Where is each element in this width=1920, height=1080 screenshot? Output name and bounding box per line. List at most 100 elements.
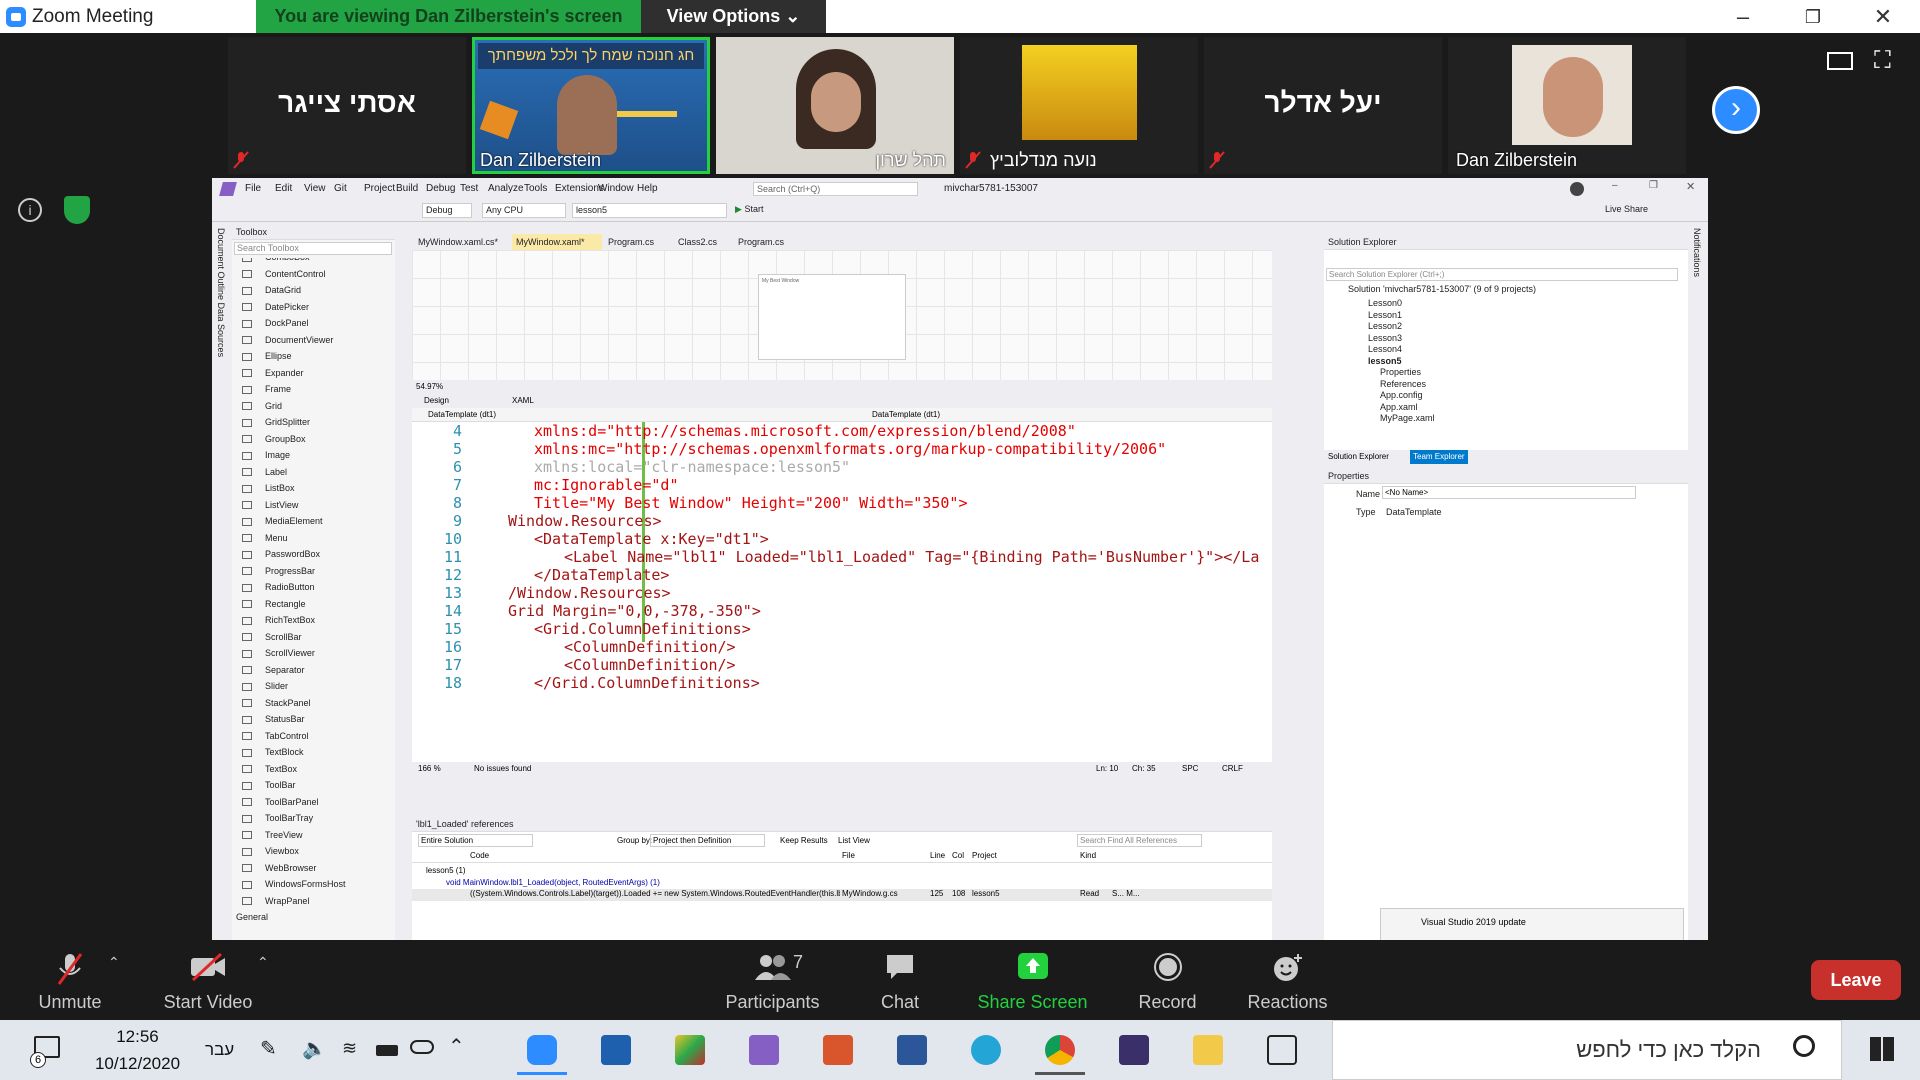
clock-time[interactable]: 12:56	[90, 1027, 185, 1047]
taskbar-search[interactable]: הקלד כאן כדי לחפש	[1332, 1020, 1842, 1080]
menu-item-help[interactable]: Help	[637, 183, 658, 194]
next-page-button[interactable]: ›	[1712, 86, 1760, 134]
snipping-tool-taskbar-icon[interactable]	[1109, 1025, 1159, 1075]
toolbox-item[interactable]: WindowsFormsHost	[242, 879, 346, 889]
toolbox-item[interactable]: TextBox	[242, 764, 297, 774]
issues-status[interactable]: No issues found	[474, 762, 531, 776]
leave-button[interactable]: Leave	[1811, 960, 1901, 1000]
project-child-node[interactable]: Properties	[1380, 367, 1421, 377]
menu-item-debug[interactable]: Debug	[426, 183, 455, 194]
menu-item-build[interactable]: Build	[396, 183, 418, 194]
toolbox-item[interactable]: ToolBar	[242, 780, 296, 790]
onedrive-icon[interactable]	[410, 1040, 434, 1054]
tab-design[interactable]: Design	[424, 394, 449, 408]
project-node[interactable]: Lesson4	[1368, 344, 1402, 354]
toolbox-item[interactable]: ToolBarPanel	[242, 797, 319, 807]
toolbox-item[interactable]: Image	[242, 450, 290, 460]
toolbox-item[interactable]: RichTextBox	[242, 615, 315, 625]
participant-tile-active[interactable]: חג חנוכה שמח לך ולכל משפחתך Dan Zilberst…	[472, 37, 710, 174]
share-screen-button[interactable]: Share Screen	[970, 940, 1095, 1020]
toolbox-item[interactable]: Expander	[242, 368, 304, 378]
menu-item-analyze[interactable]: Analyze	[488, 183, 524, 194]
menu-item-project[interactable]: Project	[364, 183, 395, 194]
unmute-button[interactable]: Unmute	[20, 940, 120, 1020]
project-child-node[interactable]: MyPage.xaml	[1380, 413, 1435, 423]
references-method[interactable]: void MainWindow.lbl1_Loaded(object, Rout…	[446, 878, 660, 887]
code-line[interactable]: Window.Resources>	[508, 512, 662, 530]
code-line[interactable]: <Grid.ColumnDefinitions>	[534, 620, 751, 638]
references-group[interactable]: lesson5 (1)	[426, 866, 466, 875]
solution-explorer-search[interactable]: Search Solution Explorer (Ctrl+;)	[1326, 268, 1678, 281]
code-line[interactable]: <ColumnDefinition/>	[564, 638, 736, 656]
file-explorer-taskbar-icon[interactable]	[1183, 1025, 1233, 1075]
vs-search-box[interactable]: Search (Ctrl+Q)	[753, 182, 918, 196]
code-line[interactable]: Grid Margin="0,0,-378,-350">	[508, 602, 761, 620]
view-options-button[interactable]: View Options ⌄	[641, 0, 826, 33]
tab-program-cs[interactable]: Program.cs	[604, 234, 674, 250]
toolbox-item[interactable]: StatusBar	[242, 714, 305, 724]
property-name-field[interactable]: <No Name>	[1382, 486, 1636, 499]
fullscreen-icon[interactable]: ⛶	[1874, 49, 1898, 74]
close-button[interactable]: ✕	[1863, 4, 1903, 30]
toolbox-item[interactable]: DataGrid	[242, 285, 301, 295]
tab-xaml[interactable]: XAML	[512, 394, 534, 408]
participant-tile[interactable]: אסתי צייגר	[228, 37, 466, 174]
menu-item-git[interactable]: Git	[334, 183, 347, 194]
toolbox-item[interactable]: WrapPanel	[242, 896, 309, 906]
solution-node[interactable]: Solution 'mivchar5781-153007' (9 of 9 pr…	[1348, 284, 1536, 294]
chevron-up-icon[interactable]: ⌃	[448, 1034, 465, 1059]
tab-mywindow-xaml[interactable]: MyWindow.xaml*	[512, 234, 602, 250]
toolbox-item[interactable]: Grid	[242, 401, 282, 411]
zoom-taskbar-icon[interactable]	[517, 1025, 567, 1075]
keep-results-button[interactable]: Keep Results	[780, 836, 828, 845]
code-editor[interactable]: 4 xmlns:d="http://schemas.microsoft.com/e…	[412, 422, 1272, 762]
restore-button[interactable]: ❐	[1793, 4, 1833, 30]
menu-item-tools[interactable]: Tools	[524, 183, 547, 194]
menu-item-edit[interactable]: Edit	[275, 183, 292, 194]
toolbox-item[interactable]: RadioButton	[242, 582, 315, 592]
code-line[interactable]: <DataTemplate x:Key="dt1">	[534, 530, 769, 548]
vs-close-button[interactable]: ✕	[1686, 180, 1695, 193]
volume-icon[interactable]: 🔈	[302, 1036, 327, 1061]
toolbox-item[interactable]: StackPanel	[242, 698, 311, 708]
project-child-node[interactable]: App.config	[1380, 390, 1423, 400]
project-child-node[interactable]: References	[1380, 379, 1426, 389]
tab-mywindow-xaml-cs[interactable]: MyWindow.xaml.cs*	[414, 234, 509, 250]
visual-studio-taskbar-icon[interactable]	[739, 1025, 789, 1075]
notifications-tab[interactable]: Notifications	[1692, 228, 1702, 277]
scope-combo[interactable]: Entire Solution	[418, 834, 533, 847]
participant-tile[interactable]: יעל אדלר	[1204, 37, 1442, 174]
toolbox-item[interactable]: GroupBox	[242, 434, 306, 444]
code-line[interactable]: xmlns:mc="http://schemas.openxmlformats.…	[534, 440, 1166, 458]
toolbox-item[interactable]: ScrollViewer	[242, 648, 315, 658]
media-player-taskbar-icon[interactable]	[591, 1025, 641, 1075]
col-code[interactable]: Code	[470, 851, 489, 860]
project-node[interactable]: lesson5	[1368, 356, 1402, 366]
code-line[interactable]: Title="My Best Window" Height="200" Widt…	[534, 494, 967, 512]
menu-item-file[interactable]: File	[245, 183, 261, 194]
col-col[interactable]: Col	[952, 851, 964, 860]
menu-item-view[interactable]: View	[304, 183, 326, 194]
toolbox-item[interactable]: TextBlock	[242, 747, 304, 757]
edge-taskbar-icon[interactable]	[961, 1025, 1011, 1075]
info-icon[interactable]: i	[18, 198, 42, 222]
code-line[interactable]: mc:Ignorable="d"	[534, 476, 679, 494]
code-line[interactable]: <Label Name="lbl1" Loaded="lbl1_Loaded" …	[564, 548, 1259, 566]
document-outline-tab[interactable]: Document Outline Data Sources	[216, 228, 226, 357]
col-line[interactable]: Line	[930, 851, 945, 860]
project-node[interactable]: Lesson1	[1368, 310, 1402, 320]
participant-tile[interactable]: תהל שרון	[716, 37, 954, 174]
reactions-button[interactable]: Reactions	[1240, 940, 1335, 1020]
toolbox-item[interactable]: ListBox	[242, 483, 295, 493]
editor-zoom[interactable]: 166 %	[418, 762, 441, 776]
gallery-layout-icon[interactable]	[1827, 52, 1853, 70]
startup-combo[interactable]: lesson5	[572, 203, 727, 218]
toolbox-item[interactable]: ScrollBar	[242, 632, 302, 642]
language-indicator[interactable]: עבר	[205, 1040, 234, 1060]
toolbox-item[interactable]: TabControl	[242, 731, 309, 741]
code-line[interactable]: xmlns:d="http://schemas.microsoft.com/ex…	[534, 422, 1076, 440]
col-kind[interactable]: Kind	[1080, 851, 1096, 860]
table-row[interactable]: ((System.Windows.Controls.Label)(target)…	[412, 889, 1272, 901]
pen-icon[interactable]: ✎	[260, 1036, 277, 1061]
chrome-taskbar-icon[interactable]	[1035, 1025, 1085, 1075]
